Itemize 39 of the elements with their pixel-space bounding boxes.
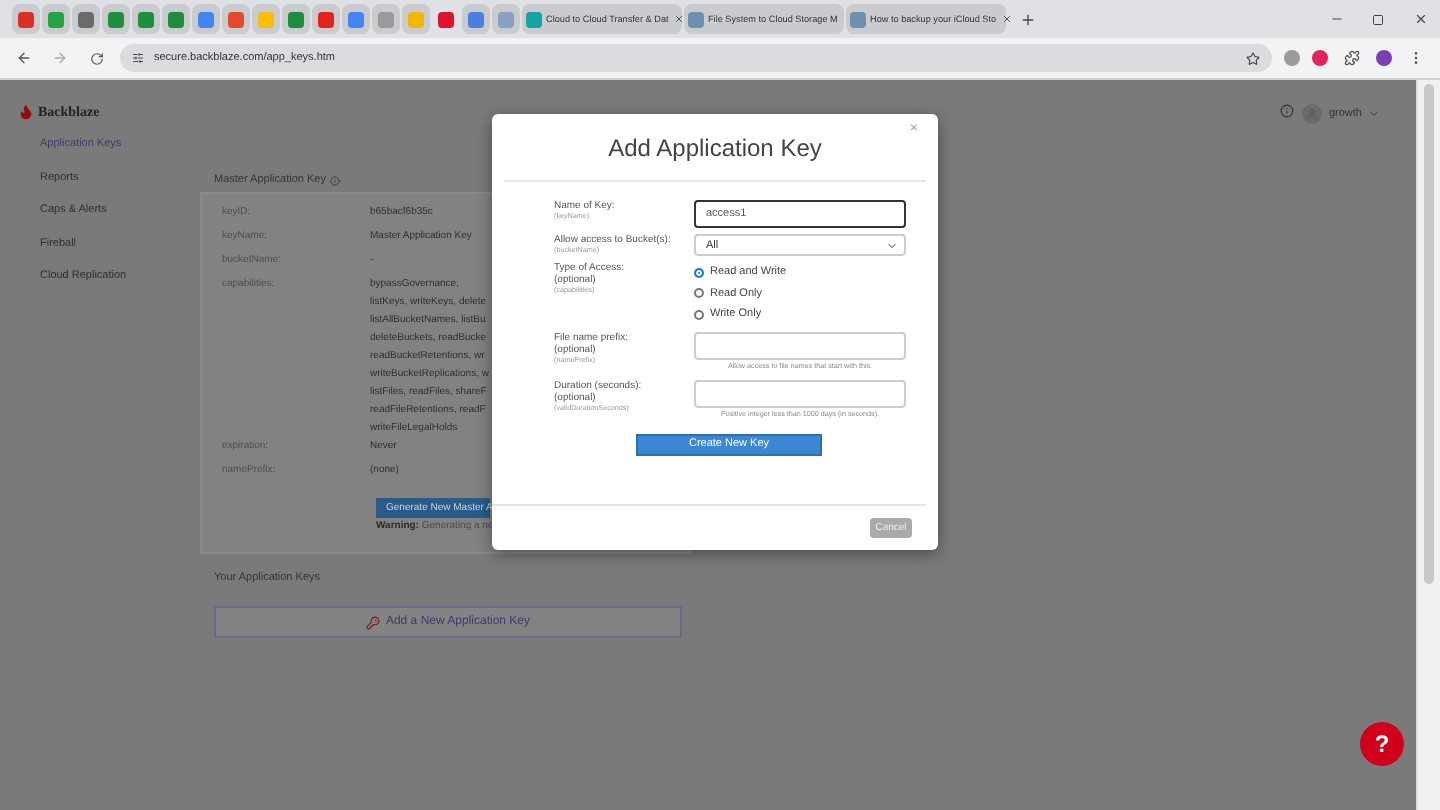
text-input[interactable] (694, 331, 906, 359)
maximize-icon[interactable] (1372, 13, 1384, 25)
browser-tab[interactable] (102, 4, 130, 34)
browser-tab[interactable] (12, 4, 40, 34)
puzzle-icon[interactable] (1344, 50, 1360, 66)
chevron-down-icon (886, 239, 898, 251)
browser-tab[interactable] (342, 4, 370, 34)
dialog-title: Add Application Key (608, 133, 822, 161)
browser-tab[interactable] (42, 4, 70, 34)
profile-avatar[interactable] (1376, 50, 1392, 66)
minimize-icon[interactable] (1329, 12, 1343, 26)
scrollbar[interactable] (1416, 80, 1440, 810)
help-icon[interactable] (1280, 104, 1295, 118)
chevron-down-icon (1368, 108, 1380, 120)
browser-tab[interactable] (492, 4, 520, 34)
new-tab-icon[interactable] (1020, 11, 1036, 27)
browser-tab[interactable] (312, 4, 340, 34)
text-input[interactable] (694, 379, 906, 407)
radio-button[interactable] (694, 288, 704, 299)
reload-icon[interactable] (89, 51, 103, 65)
browser-tab[interactable] (72, 4, 100, 34)
radio-button[interactable] (694, 309, 704, 320)
flame-icon (18, 104, 34, 120)
site-settings-icon[interactable] (132, 52, 144, 64)
browser-tab[interactable] (372, 4, 400, 34)
browser-tab[interactable] (192, 4, 220, 34)
forward-icon[interactable] (52, 50, 68, 66)
radio-button[interactable] (694, 267, 704, 278)
browser-tab[interactable] (162, 4, 190, 34)
help-button[interactable]: ? (1360, 722, 1404, 766)
browser-tab[interactable] (282, 4, 310, 34)
info-icon[interactable] (329, 175, 340, 185)
browser-tab[interactable] (132, 4, 160, 34)
browser-tab[interactable] (222, 4, 250, 34)
key-icon (365, 615, 380, 629)
close-icon[interactable] (1413, 12, 1427, 26)
bookmark-star-icon[interactable] (1246, 51, 1260, 65)
browser-tab[interactable] (462, 4, 490, 34)
back-icon[interactable] (16, 50, 32, 66)
